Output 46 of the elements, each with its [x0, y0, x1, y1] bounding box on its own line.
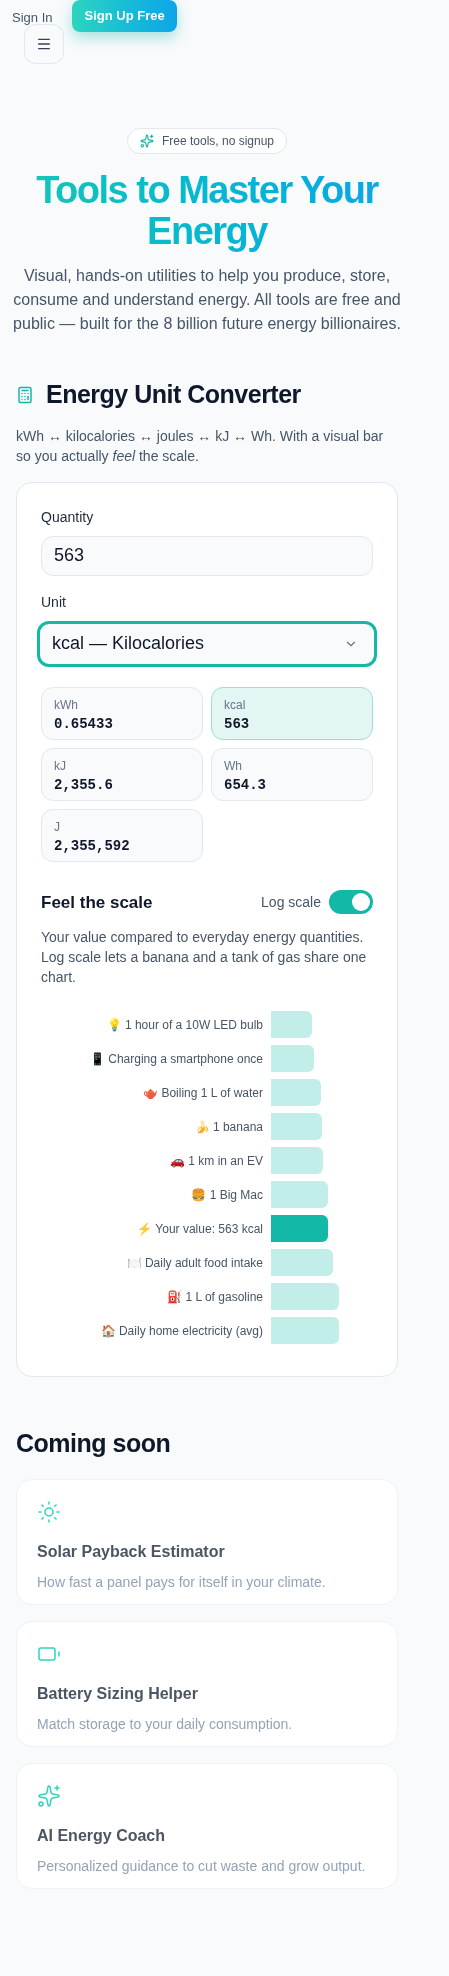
unit-name: kWh	[54, 696, 79, 714]
unit-select[interactable]: kcal — Kilocalories	[37, 620, 377, 667]
scale-title: Feel the scale	[41, 891, 153, 914]
free-badge: Free tools, no signup	[126, 128, 288, 154]
log-scale-label: Log scale	[261, 892, 321, 912]
unit-name: J	[54, 818, 61, 836]
comparison-label: 🚗 1 km in an EV	[168, 1154, 263, 1167]
quantity-label: Quantity	[41, 507, 95, 527]
unit-name: Wh	[224, 757, 243, 775]
scale-description: Your value compared to everyday energy quantities. Log scale lets a banana and a tank of gas share one chart.	[41, 928, 368, 987]
comparison-label: 🍌 1 banana	[193, 1120, 263, 1133]
unit-value: 2,355.6	[54, 775, 114, 795]
quantity-input[interactable]: 563	[41, 535, 373, 576]
coming-soon-title: Coming soon	[16, 1428, 172, 1459]
comparison-label: ⚡ Your value: 563 kcal	[136, 1222, 263, 1235]
tool-name: Battery Sizing Helper	[37, 1683, 199, 1704]
unit-name: kJ	[54, 757, 67, 775]
hero-subtitle: Visual, hands-on utilities to help you produce, store, consume and understand energy. All tools are free and public — built for the 8 billion future energy billionaires.	[12, 266, 402, 334]
comparison-label: 🍔 1 Big Mac	[190, 1188, 263, 1201]
log-scale-toggle[interactable]	[329, 890, 373, 915]
tool-description: How fast a panel pays for itself in your climate.	[37, 1572, 327, 1592]
unit-value: 563	[224, 714, 251, 734]
tool-description: Personalized guidance to cut waste and grow output.	[37, 1856, 367, 1876]
menu-icon	[36, 36, 52, 52]
sun-icon	[37, 1499, 61, 1524]
comparison-label: 🍽 Daily adult food intake	[125, 1256, 263, 1269]
unit-value: 2,355,592	[54, 836, 131, 856]
unit-label: Unit	[41, 592, 67, 612]
sign-in-link[interactable]: Sign In	[12, 8, 53, 28]
tool-name: Solar Payback Estimator	[37, 1541, 226, 1562]
sparkles-icon	[139, 134, 154, 148]
converter-description: kWh ↔ kilocalories ↔ joules ↔ kJ ↔ Wh. With a visual bar so you actually feel the scale.	[16, 426, 385, 466]
comparison-label: 🫖 Boiling 1 L of water	[142, 1086, 263, 1099]
section-title: Energy Unit Converter	[46, 379, 301, 410]
unit-value: 0.65433	[54, 714, 114, 734]
unit-value: 654.3	[224, 775, 267, 795]
comparison-label: ⛽ 1 L of gasoline	[166, 1290, 263, 1303]
unit-name: kcal	[224, 696, 247, 714]
comparison-label: 📱 Charging a smartphone once	[88, 1052, 263, 1065]
tool-name: AI Energy Coach	[37, 1825, 167, 1846]
menu-button[interactable]	[24, 24, 64, 64]
calculator-icon	[16, 385, 34, 404]
tool-description: Match storage to your daily consumption.	[37, 1714, 294, 1734]
sparkles-icon	[37, 1783, 61, 1808]
comparison-label: 💡 1 hour of a 10W LED bulb	[105, 1018, 263, 1031]
comparison-label: 🏠 Daily home electricity (avg)	[99, 1324, 263, 1337]
